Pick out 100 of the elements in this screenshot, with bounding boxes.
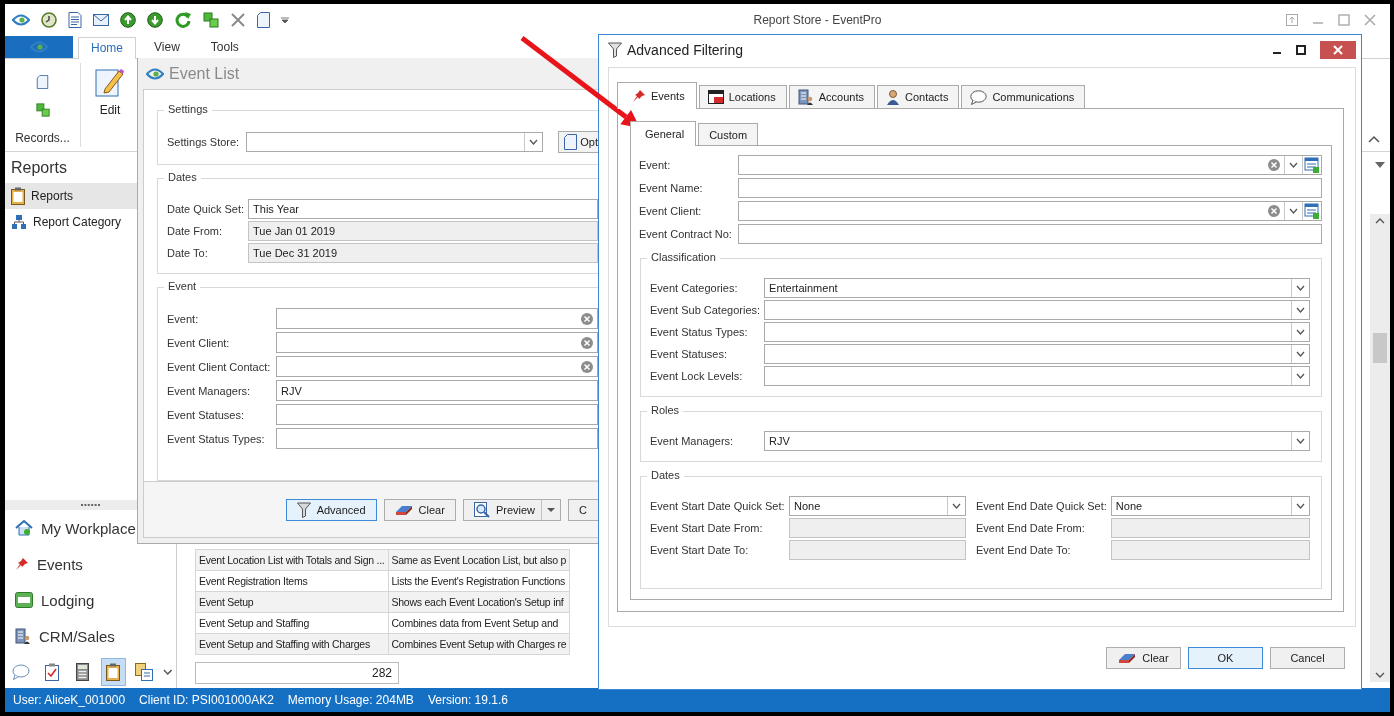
field-label: Event Status Types: bbox=[167, 432, 266, 445]
text-field[interactable] bbox=[276, 428, 598, 449]
ribbon-tab[interactable]: Tools bbox=[197, 36, 252, 58]
new-record-icon[interactable] bbox=[36, 75, 49, 89]
dropdown-field[interactable] bbox=[764, 366, 1310, 386]
dropdown-field[interactable] bbox=[764, 344, 1310, 364]
nav-button[interactable]: My Workplace bbox=[5, 510, 176, 546]
action-button[interactable]: C bbox=[568, 498, 598, 521]
field-label: Event Name: bbox=[639, 182, 704, 194]
tab[interactable]: Contacts bbox=[877, 85, 960, 108]
eraser-icon bbox=[394, 503, 413, 516]
action-button[interactable]: Clear bbox=[1106, 647, 1181, 669]
collapse-ribbon-icon[interactable] bbox=[1368, 135, 1380, 143]
field-label: Event Client Contact: bbox=[167, 360, 272, 373]
table-lookup-icon[interactable] bbox=[1302, 202, 1321, 220]
records-cubes-icon[interactable] bbox=[34, 103, 51, 117]
field-label: Event Client: bbox=[167, 336, 231, 349]
field-label: Event Statuses: bbox=[167, 408, 246, 421]
tab[interactable]: Communications bbox=[961, 85, 1086, 108]
dropdown-field[interactable] bbox=[246, 132, 544, 152]
dropdown-field[interactable]: Entertainment bbox=[764, 278, 1310, 298]
nav-button[interactable]: Lodging bbox=[5, 582, 176, 618]
close-icon[interactable] bbox=[1364, 14, 1376, 26]
cubes-icon[interactable] bbox=[203, 12, 219, 28]
field-label: Event Lock Levels: bbox=[650, 370, 744, 382]
clear-icon[interactable] bbox=[581, 360, 593, 373]
restore-ribbon-icon[interactable] bbox=[1286, 14, 1298, 26]
house-icon bbox=[15, 519, 33, 537]
action-button[interactable]: Preview bbox=[462, 498, 561, 521]
vertical-scrollbar[interactable] bbox=[1370, 214, 1390, 682]
clear-icon[interactable] bbox=[581, 312, 593, 325]
text-field[interactable] bbox=[276, 404, 598, 425]
table-cell: Event Registration Items bbox=[195, 570, 388, 592]
table-cell: Combines data from Event Setup and bbox=[388, 612, 570, 634]
dropdown-field[interactable] bbox=[764, 300, 1310, 320]
speech-bubble-icon bbox=[970, 89, 988, 105]
funnel-icon bbox=[608, 42, 622, 58]
action-button[interactable]: Cancel bbox=[1270, 647, 1345, 669]
dropdown-field[interactable]: RJV bbox=[764, 431, 1310, 451]
group-title: Dates bbox=[164, 171, 201, 183]
text-field[interactable] bbox=[276, 332, 598, 353]
app-logo-icon[interactable] bbox=[12, 13, 30, 27]
field-label: Event Start Date To: bbox=[650, 544, 750, 556]
lookup-field[interactable] bbox=[738, 201, 1322, 221]
calculator-icon bbox=[76, 663, 90, 681]
clock-icon[interactable] bbox=[41, 12, 57, 28]
edit-button[interactable]: Edit bbox=[87, 59, 133, 117]
nav-button[interactable]: Events bbox=[5, 546, 176, 582]
text-field[interactable] bbox=[276, 308, 598, 329]
close-icon bbox=[1333, 45, 1343, 55]
text-field[interactable]: RJV bbox=[276, 380, 598, 401]
table-lookup-icon[interactable] bbox=[1302, 156, 1321, 174]
document-icon[interactable] bbox=[68, 12, 82, 28]
mail-icon[interactable] bbox=[93, 14, 109, 26]
nav-shortcut[interactable] bbox=[101, 658, 126, 686]
ribbon-tab[interactable]: View bbox=[141, 36, 193, 58]
nav-button[interactable]: CRM/Sales bbox=[5, 618, 176, 654]
field-label: Event Managers: bbox=[167, 384, 252, 397]
documents-icon bbox=[135, 663, 154, 681]
text-field[interactable]: This Year bbox=[248, 199, 598, 219]
scroll-up-icon[interactable] bbox=[1375, 218, 1385, 224]
ribbon-tab[interactable]: Home bbox=[78, 37, 136, 59]
clear-icon[interactable] bbox=[1268, 159, 1280, 171]
clear-icon[interactable] bbox=[1268, 205, 1280, 217]
dropdown-field[interactable]: None bbox=[789, 496, 966, 516]
group-title: Settings bbox=[164, 103, 212, 115]
clear-icon[interactable] bbox=[581, 336, 593, 349]
status-text: Version: 19.1.6 bbox=[427, 693, 508, 707]
refresh-icon[interactable] bbox=[174, 11, 192, 29]
text-field[interactable] bbox=[276, 356, 598, 377]
delete-icon[interactable] bbox=[230, 12, 246, 28]
dropdown-field[interactable]: None bbox=[1110, 496, 1310, 516]
dropdown-field[interactable] bbox=[764, 322, 1310, 342]
action-button[interactable]: OK bbox=[1188, 647, 1263, 669]
building-icon bbox=[15, 628, 31, 644]
tab[interactable]: Accounts bbox=[788, 85, 875, 108]
tab[interactable]: Events bbox=[617, 82, 697, 109]
action-button[interactable]: Clear bbox=[383, 498, 456, 521]
close-button[interactable] bbox=[1320, 41, 1356, 59]
page-icon[interactable] bbox=[257, 12, 270, 28]
maximize-icon[interactable] bbox=[1296, 45, 1306, 55]
pushpin-icon bbox=[632, 88, 646, 103]
scroll-down-icon[interactable] bbox=[1375, 672, 1385, 678]
field-label: Date To: bbox=[167, 247, 209, 259]
text-field[interactable] bbox=[738, 224, 1322, 244]
lookup-field[interactable] bbox=[738, 155, 1322, 175]
options-button[interactable]: Opt bbox=[558, 131, 598, 153]
action-button[interactable]: Advanced bbox=[285, 498, 377, 521]
customize-caret-icon[interactable] bbox=[281, 17, 289, 23]
field-label: Event End Date To: bbox=[976, 544, 1072, 556]
tab[interactable]: General bbox=[630, 121, 697, 146]
dropdown-caret-icon[interactable] bbox=[1375, 162, 1385, 168]
text-field[interactable] bbox=[738, 178, 1322, 198]
person-icon bbox=[886, 89, 900, 105]
tab[interactable]: Locations bbox=[698, 85, 787, 108]
building-icon bbox=[797, 89, 814, 105]
chevron-down-icon[interactable] bbox=[162, 669, 172, 675]
scroll-thumb[interactable] bbox=[1373, 333, 1387, 363]
funnel-icon bbox=[296, 501, 311, 518]
tab[interactable]: Custom bbox=[698, 123, 759, 145]
